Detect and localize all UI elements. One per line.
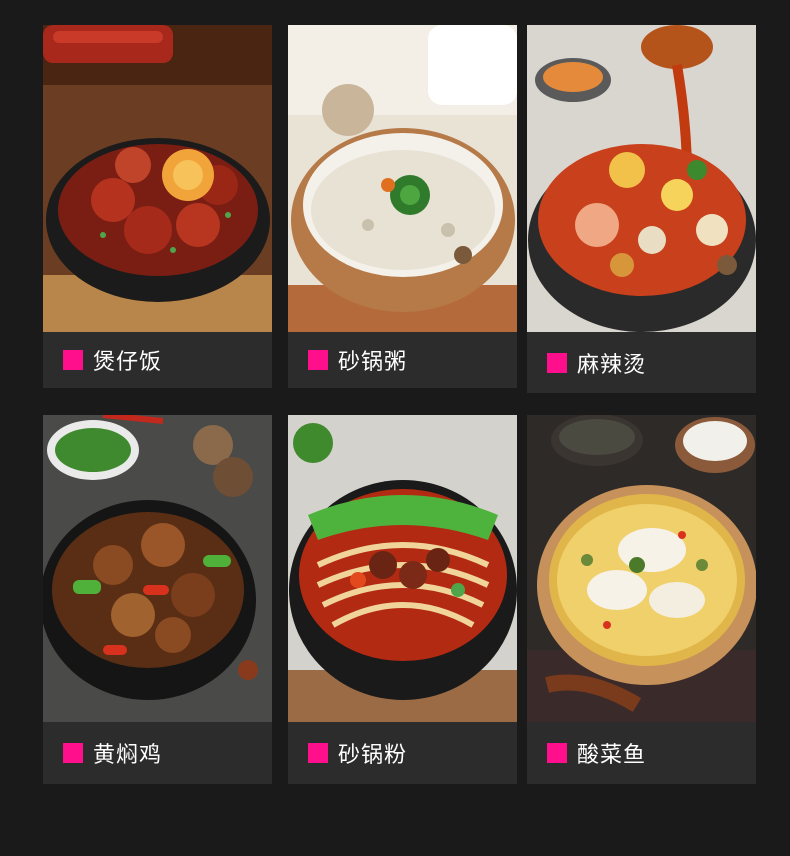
pink-square-marker — [308, 743, 328, 763]
dish-card-claypot-congee[interactable]: 砂锅粥 — [288, 25, 517, 388]
dish-label: 酸菜鱼 — [577, 743, 647, 768]
claypot-congee-photo — [288, 25, 517, 332]
dish-card-claypot-rice[interactable]: 煲仔饭 — [43, 25, 272, 388]
pink-square-marker — [547, 743, 567, 763]
dish-label: 麻辣烫 — [577, 352, 647, 378]
dish-card-malatang[interactable]: 麻辣烫 — [527, 25, 756, 393]
dish-card-claypot-noodles[interactable]: 砂锅粉 — [288, 415, 517, 784]
dish-label-bar: 酸菜鱼 — [527, 722, 756, 784]
claypot-noodles-photo — [288, 415, 517, 722]
dish-label: 黄焖鸡 — [93, 743, 163, 768]
braised-chicken-photo — [43, 415, 272, 722]
dish-label: 砂锅粉 — [338, 743, 408, 768]
dish-label-bar: 黄焖鸡 — [43, 722, 272, 784]
dish-grid: 煲仔饭 砂锅粥 麻辣烫 黄焖鸡 砂锅粉 酸菜鱼 — [0, 0, 790, 856]
pink-square-marker — [547, 352, 567, 373]
dish-label-bar: 煲仔饭 — [43, 332, 272, 388]
claypot-rice-photo — [43, 25, 272, 332]
dish-label-bar: 砂锅粥 — [288, 332, 517, 388]
dish-label-bar: 麻辣烫 — [527, 332, 756, 393]
pink-square-marker — [63, 743, 83, 763]
pickled-fish-photo — [527, 415, 756, 722]
malatang-photo — [527, 25, 756, 332]
dish-card-braised-chicken[interactable]: 黄焖鸡 — [43, 415, 272, 784]
dish-label: 砂锅粥 — [338, 350, 408, 375]
pink-square-marker — [63, 350, 83, 370]
dish-card-pickled-fish[interactable]: 酸菜鱼 — [527, 415, 756, 784]
pink-square-marker — [308, 350, 328, 370]
dish-label-bar: 砂锅粉 — [288, 722, 517, 784]
dish-label: 煲仔饭 — [93, 350, 163, 375]
